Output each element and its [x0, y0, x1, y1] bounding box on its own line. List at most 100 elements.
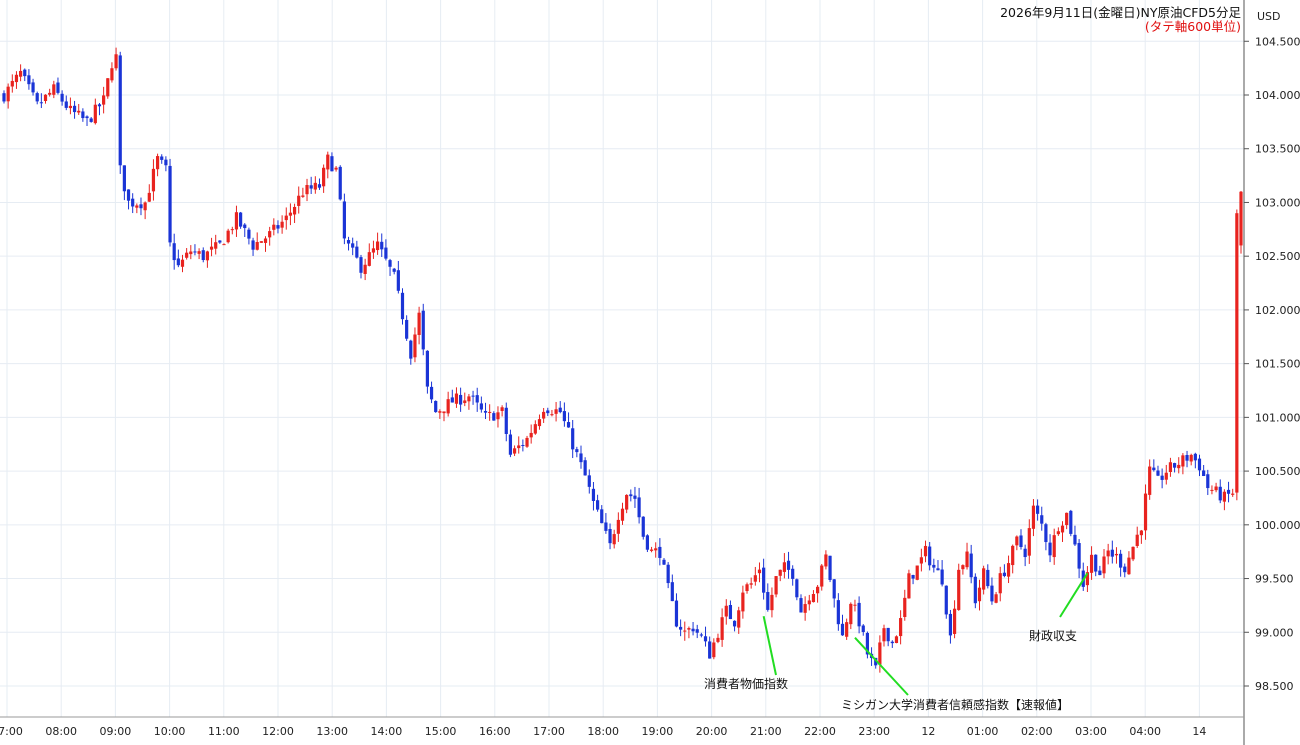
candle-body — [641, 516, 645, 537]
candle-body — [371, 248, 376, 253]
candle-body — [1168, 462, 1173, 473]
x-tick-label: 07:00 — [0, 725, 23, 738]
x-tick-label: 15:00 — [425, 725, 457, 738]
candle-body — [35, 93, 39, 102]
candle-body — [421, 310, 425, 350]
annotation-label: 消費者物価指数 — [704, 676, 788, 691]
candle-body — [525, 437, 529, 447]
candle-body — [475, 395, 479, 403]
candle-body — [251, 240, 255, 250]
candle-body — [450, 397, 454, 403]
candle-body — [1089, 554, 1094, 573]
candle-body — [1069, 510, 1073, 534]
candle-body — [375, 241, 380, 251]
candle-body — [728, 604, 733, 620]
candle-body — [1114, 553, 1119, 556]
candle-body — [662, 559, 666, 565]
candle-body — [6, 86, 10, 102]
y-unit-label: USD — [1257, 10, 1281, 23]
candle-body — [845, 622, 849, 637]
candle-body — [595, 500, 600, 510]
candle-body — [990, 585, 994, 602]
candle-body — [442, 411, 446, 414]
candle-body — [118, 55, 122, 166]
candle-body — [766, 592, 770, 610]
x-tick-label: 17:00 — [533, 725, 565, 738]
candle-body — [429, 386, 434, 400]
candle-body — [915, 565, 919, 580]
candle-body — [986, 569, 990, 587]
candle-body — [247, 229, 251, 239]
candle-body — [1143, 493, 1148, 531]
candle-body — [342, 201, 346, 239]
candle-body — [948, 613, 953, 636]
candle-body — [209, 246, 214, 250]
candle-body — [957, 569, 961, 610]
candle-body — [940, 569, 944, 585]
y-tick-label: 98.500 — [1255, 680, 1294, 693]
candle-body — [380, 241, 384, 250]
candle-body — [703, 636, 708, 642]
candle-body — [840, 623, 845, 636]
x-tick-label: 03:00 — [1075, 725, 1107, 738]
candle-body — [102, 95, 106, 105]
candle-body — [330, 156, 334, 172]
candle-body — [1077, 543, 1081, 569]
candle-body — [1023, 548, 1027, 558]
candle-body — [259, 241, 263, 243]
candle-body — [313, 182, 317, 190]
candle-body — [1197, 458, 1202, 471]
candle-body — [193, 251, 197, 253]
candle-body — [114, 54, 118, 69]
candle-body — [965, 551, 969, 568]
x-tick-label: 18:00 — [587, 725, 619, 738]
candle-body — [135, 205, 139, 208]
candle-body — [72, 105, 77, 113]
candle-body — [517, 445, 521, 449]
candle-body — [674, 600, 679, 627]
candle-body — [230, 229, 234, 231]
candle-body — [1048, 542, 1052, 556]
candle-body — [363, 264, 367, 274]
candle-body — [579, 453, 583, 463]
candle-body — [1131, 546, 1135, 560]
candle-body — [778, 569, 782, 576]
candle-body — [317, 184, 322, 188]
x-tick-label: 13:00 — [316, 725, 348, 738]
candle-body — [944, 585, 948, 615]
candle-body — [180, 259, 185, 267]
candle-body — [496, 412, 500, 420]
candle-body — [911, 575, 915, 579]
candle-body — [741, 592, 745, 612]
candle-body — [2, 93, 6, 102]
candle-body — [56, 82, 60, 93]
candle-body — [1218, 486, 1222, 501]
candle-body — [774, 576, 778, 595]
candle-body — [782, 562, 786, 572]
candle-body — [106, 78, 110, 97]
candle-body — [616, 519, 620, 534]
candle-body — [459, 394, 463, 405]
candle-body — [255, 242, 259, 250]
candle-body — [894, 636, 899, 644]
candle-body — [708, 641, 712, 659]
candle-body — [160, 156, 164, 160]
x-tick-label: 21:00 — [750, 725, 782, 738]
candle-body — [1036, 505, 1040, 514]
candle-body — [1065, 512, 1069, 526]
candle-body — [521, 445, 525, 447]
candle-body — [97, 104, 102, 107]
candle-body — [811, 593, 816, 603]
candle-body — [326, 154, 330, 170]
candle-body — [786, 560, 791, 570]
candle-body — [1231, 493, 1235, 495]
candle-body — [566, 422, 571, 428]
candle-body — [234, 212, 239, 230]
candle-body — [936, 568, 940, 571]
candle-body — [961, 565, 965, 570]
candle-body — [907, 573, 911, 599]
candle-body — [400, 292, 405, 320]
candle-body — [214, 242, 218, 249]
candle-body — [1119, 553, 1123, 568]
candle-body — [1210, 489, 1214, 491]
